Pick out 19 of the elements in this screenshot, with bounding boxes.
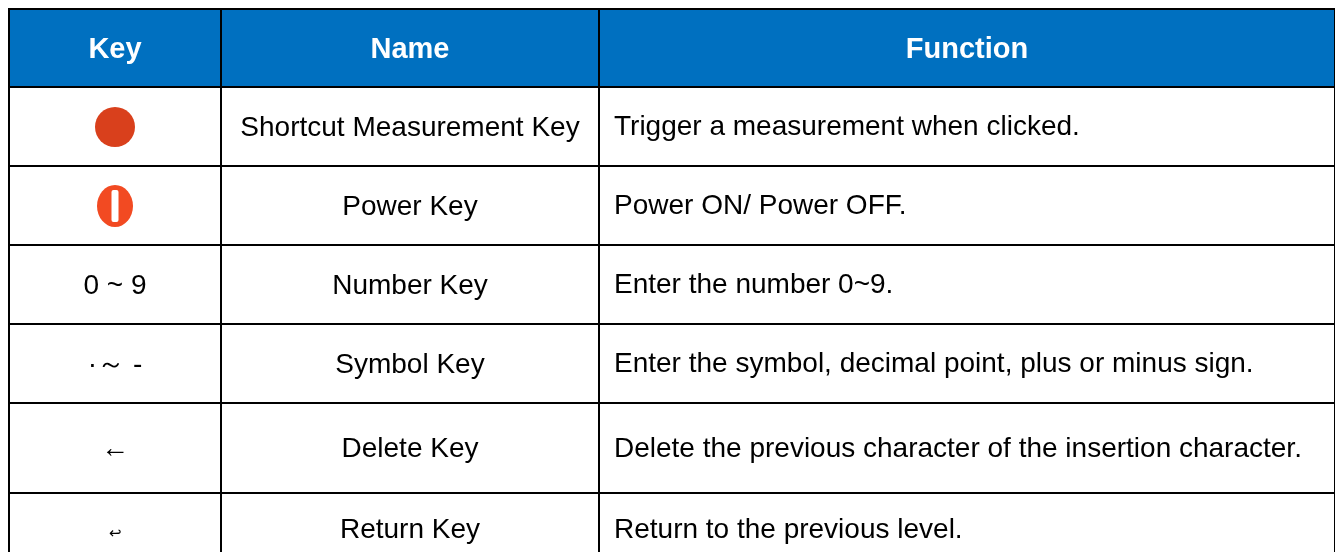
key-symbol: ·～ - — [87, 346, 143, 381]
table-cell: Shortcut Measurement Key — [221, 87, 599, 166]
column-header: Key — [9, 9, 221, 87]
table-cell: Enter the number 0~9. — [599, 245, 1335, 324]
table-cell: Power ON/ Power OFF. — [599, 166, 1335, 245]
power-icon — [94, 184, 136, 227]
dot-icon — [94, 105, 136, 148]
table-cell: Enter the symbol, decimal point, plus or minus sign. — [599, 324, 1335, 403]
key-symbol: ↩ — [108, 524, 122, 542]
table-cell: Trigger a measurement when clicked. — [599, 87, 1335, 166]
table-cell: Number Key — [221, 245, 599, 324]
table-cell: Delete Key — [221, 403, 599, 493]
key-symbol: ← — [101, 432, 129, 464]
table-cell: Delete the previous character of the insertion character. — [599, 403, 1335, 493]
table-cell: Power Key — [221, 166, 599, 245]
column-header: Function — [599, 9, 1335, 87]
table-cell: Symbol Key — [221, 324, 599, 403]
key-symbol: 0 ~ 9 — [83, 268, 147, 301]
column-header: Name — [221, 9, 599, 87]
